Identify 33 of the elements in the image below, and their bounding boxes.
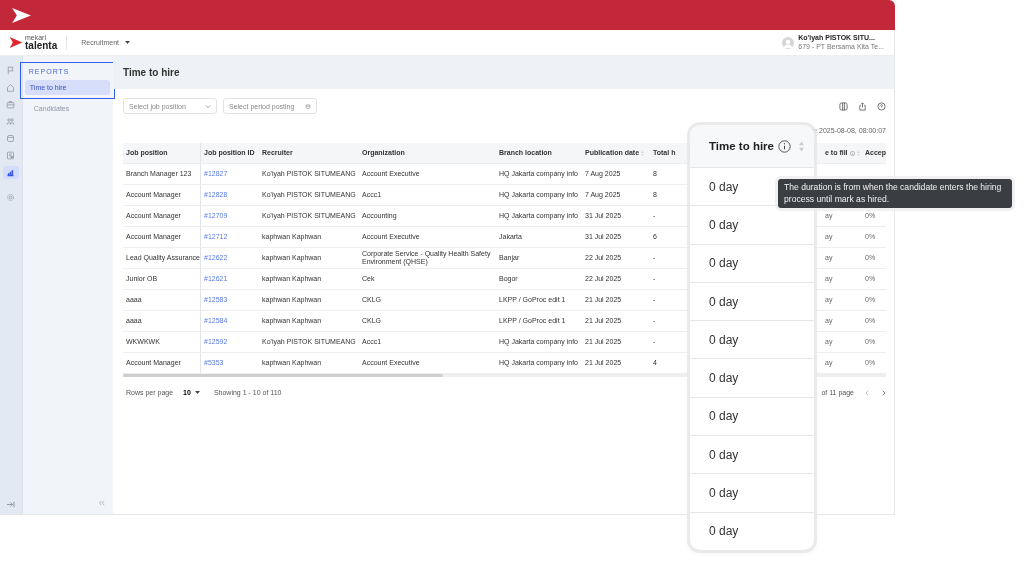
help-icon[interactable] (877, 101, 886, 111)
column-header: Time to hire (709, 140, 774, 152)
table-cell: 0 day (709, 256, 739, 271)
expand-icon[interactable] (6, 501, 16, 508)
chevron-down-icon[interactable] (205, 103, 211, 109)
info-icon[interactable] (777, 139, 791, 153)
table-cell: 0 day (709, 486, 739, 500)
table-cell: 0 day (709, 371, 739, 386)
share-icon[interactable] (858, 101, 867, 111)
tooltip: The duration is from when the candidate enters the hiring process until mark as hired. (778, 179, 1012, 208)
collapse-icon[interactable] (98, 500, 105, 506)
brand-name: talenta (25, 41, 58, 51)
table-cell: 0 day (709, 179, 739, 194)
table-cell: 0 day (709, 217, 739, 232)
table-cell: 0 day (709, 332, 739, 347)
info-icon[interactable] (849, 150, 855, 156)
table-cell: 0 day (709, 524, 739, 539)
table-cell: 0 day (709, 409, 739, 424)
caret-icon[interactable] (124, 41, 130, 44)
chart-icon[interactable] (2, 166, 19, 179)
previous-page-icon[interactable] (865, 389, 870, 396)
next-page-icon[interactable] (881, 389, 886, 396)
sort-icon[interactable] (856, 150, 860, 156)
caret-icon[interactable] (194, 391, 200, 394)
columns-icon[interactable] (839, 101, 848, 111)
table-cell: 0 day (709, 294, 739, 309)
chevron-logo-icon (12, 7, 31, 23)
page-title: Time to hire (123, 67, 180, 78)
sort-icon[interactable] (798, 140, 804, 152)
logo-icon (9, 37, 23, 48)
calendar-icon[interactable] (305, 103, 311, 109)
avatar-icon[interactable] (782, 36, 795, 49)
table-cell: 0 day (709, 447, 739, 462)
